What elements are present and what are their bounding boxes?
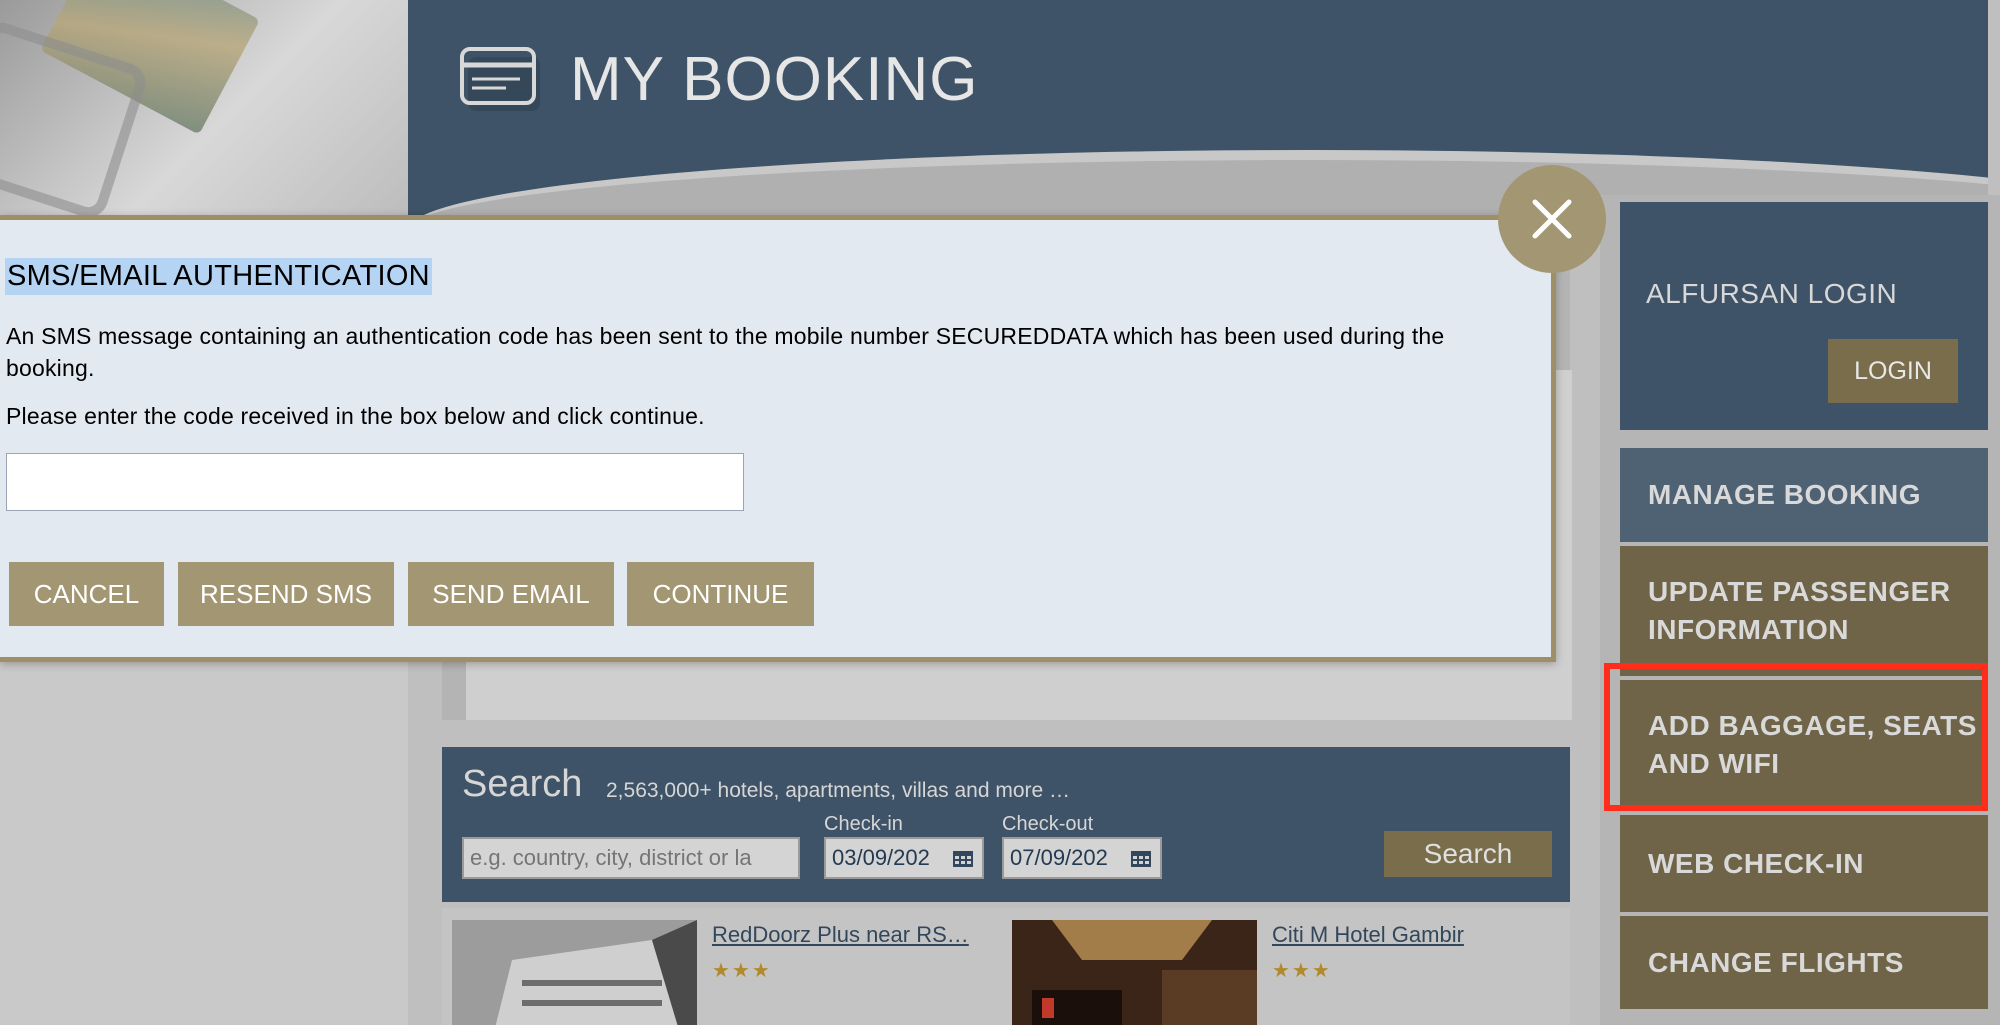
close-icon	[1532, 199, 1572, 239]
checkin-value: 03/09/202	[832, 845, 930, 870]
login-title: ALFURSAN LOGIN	[1646, 278, 1898, 309]
sidebar-item-add-baggage[interactable]: ADD BAGGAGE, SEATS AND WIFI	[1620, 680, 1988, 810]
hotel-search-widget: Search 2,563,000+ hotels, apartments, vi…	[442, 747, 1570, 902]
sidebar-item-web-checkin[interactable]: WEB CHECK-IN	[1620, 815, 1988, 912]
hotel-photo[interactable]	[452, 920, 697, 1025]
checkout-field[interactable]: 07/09/202	[1002, 837, 1162, 879]
search-subtitle: 2,563,000+ hotels, apartments, villas an…	[606, 779, 1071, 802]
hotel-link[interactable]: RedDoorz Plus near RS…	[712, 922, 969, 948]
hotel-link[interactable]: Citi M Hotel Gambir	[1272, 922, 1464, 948]
sms-auth-modal: SMS/EMAIL AUTHENTICATION An SMS message …	[0, 215, 1556, 662]
checkout-value: 07/09/202	[1010, 845, 1108, 870]
sidebar-item-manage-booking[interactable]: MANAGE BOOKING	[1620, 448, 1988, 542]
checkin-label: Check-in	[824, 813, 903, 835]
continue-button[interactable]: CONTINUE	[627, 562, 814, 626]
search-title: Search	[462, 763, 583, 805]
calendar-icon[interactable]	[952, 848, 974, 868]
checkin-field[interactable]: 03/09/202	[824, 837, 984, 879]
login-button[interactable]: LOGIN	[1828, 339, 1958, 403]
hotel-stars: ★★★	[1272, 960, 1332, 982]
modal-instruction: Please enter the code received in the bo…	[6, 403, 705, 429]
hotel-results: RedDoorz Plus near RS… ★★★ Citi M Hotel …	[442, 908, 1570, 1025]
destination-input[interactable]	[462, 837, 800, 879]
alfursan-login-box: ALFURSAN LOGIN LOGIN	[1620, 202, 1988, 430]
cancel-button[interactable]: CANCEL	[9, 562, 164, 626]
header-photo	[0, 0, 408, 215]
modal-message: An SMS message containing an authenticat…	[6, 323, 1445, 381]
sidebar-item-update-passenger[interactable]: UPDATE PASSENGER INFORMATION	[1620, 546, 1988, 676]
close-modal-button[interactable]	[1498, 165, 1606, 273]
send-email-button[interactable]: SEND EMAIL	[408, 562, 614, 626]
modal-title: SMS/EMAIL AUTHENTICATION	[5, 258, 432, 295]
hotel-photo[interactable]	[1012, 920, 1257, 1025]
sidebar-item-change-flights[interactable]: CHANGE FLIGHTS	[1620, 916, 1988, 1009]
calendar-icon[interactable]	[1130, 848, 1152, 868]
auth-code-input[interactable]	[6, 453, 744, 511]
search-button[interactable]: Search	[1384, 831, 1552, 877]
page-header: MY BOOKING	[408, 0, 1988, 215]
hotel-stars: ★★★	[712, 960, 772, 982]
checkout-label: Check-out	[1002, 813, 1094, 835]
resend-sms-button[interactable]: RESEND SMS	[178, 562, 394, 626]
page-title: MY BOOKING	[570, 45, 979, 114]
booking-card-icon	[460, 47, 540, 111]
